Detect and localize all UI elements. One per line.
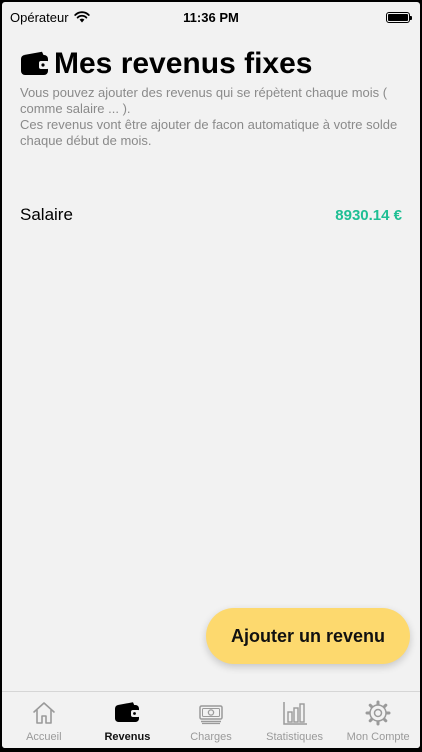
tab-accueil[interactable]: Accueil	[2, 692, 86, 748]
add-income-button[interactable]: Ajouter un revenu	[206, 608, 410, 664]
income-amount: 8930.14 €	[335, 206, 402, 224]
wifi-icon	[73, 11, 90, 23]
tab-revenus[interactable]: Revenus	[86, 692, 170, 748]
tab-charges[interactable]: Charges	[169, 692, 253, 748]
page-header: Mes revenus fixes	[20, 47, 402, 81]
tab-label: Mon Compte	[346, 731, 410, 743]
income-list-item[interactable]: Salaire 8930.14 €	[20, 202, 402, 228]
page-title: Mes revenus fixes	[54, 47, 313, 80]
tab-mon-compte[interactable]: Mon Compte	[336, 692, 420, 748]
tab-label: Statistiques	[266, 731, 324, 743]
page-description: Vous pouvez ajouter des revenus qui se r…	[20, 85, 402, 149]
gear-icon	[365, 700, 391, 726]
description-line-2: Ces revenus vont être ajouter de facon a…	[20, 117, 398, 148]
tab-label: Charges	[190, 731, 232, 743]
income-name: Salaire	[20, 205, 73, 224]
status-left: Opérateur	[10, 10, 90, 25]
tab-bar: Accueil Revenus Charges Statistiques Mon…	[2, 691, 420, 748]
banknote-icon	[199, 705, 223, 725]
battery-icon	[386, 11, 412, 23]
tab-statistiques[interactable]: Statistiques	[253, 692, 337, 748]
home-icon	[32, 702, 55, 724]
tab-label: Revenus	[104, 731, 151, 743]
bar-chart-icon	[282, 702, 307, 725]
app-screen: Opérateur 11:36 PM Mes revenus fixes Vou…	[2, 2, 420, 748]
carrier-label: Opérateur	[10, 9, 69, 25]
wallet-icon	[115, 702, 141, 722]
wallet-icon	[21, 51, 49, 75]
status-bar: Opérateur 11:36 PM	[2, 2, 420, 32]
description-line-1: Vous pouvez ajouter des revenus qui se r…	[20, 85, 388, 116]
tab-label: Accueil	[26, 731, 62, 743]
